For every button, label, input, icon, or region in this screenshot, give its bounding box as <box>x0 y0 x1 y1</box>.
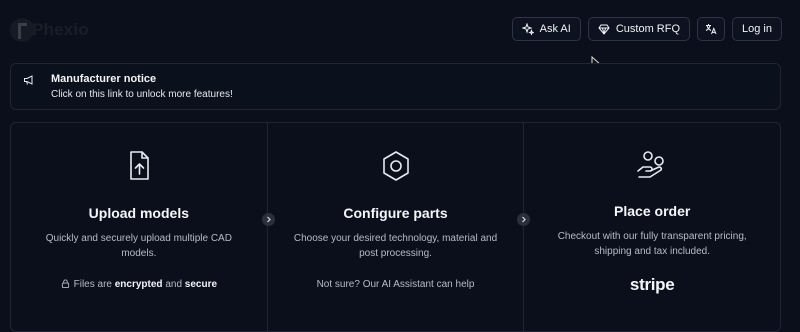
file-upload-icon <box>130 151 149 180</box>
step-footer: Files are encrypted and secure <box>11 279 267 290</box>
footer-secure: secure <box>184 279 218 290</box>
footer-encrypted: encrypted <box>114 279 163 290</box>
step-configure-parts: Configure parts Choose your desired tech… <box>266 123 524 331</box>
stripe-logo: stripe <box>629 275 675 294</box>
step-description: Quickly and securely upload multiple CAD… <box>45 233 232 259</box>
step-connector-chevron-icon <box>517 213 530 226</box>
gem-icon <box>598 24 610 35</box>
ask-ai-label: Ask AI <box>539 23 571 35</box>
custom-rfq-button[interactable]: Custom RFQ <box>587 17 691 41</box>
login-button[interactable]: Log in <box>732 17 782 41</box>
footer-prefix: Files are <box>73 279 115 290</box>
manufacturer-notice[interactable]: Manufacturer notice Click on this link t… <box>10 63 781 110</box>
step-title: Upload models <box>88 205 190 221</box>
step-title: Place order <box>614 203 691 219</box>
brand-logo[interactable]: Phexio <box>10 18 89 42</box>
notice-title: Manufacturer notice <box>51 73 157 85</box>
megaphone-icon <box>24 75 33 85</box>
login-label: Log in <box>742 23 772 35</box>
header-actions: Ask AI Custom RFQ Log in <box>511 17 782 41</box>
ask-ai-button[interactable]: Ask AI <box>511 17 581 41</box>
translate-icon <box>705 24 717 35</box>
lock-icon <box>61 279 69 288</box>
step-connector-chevron-icon <box>262 213 275 226</box>
hexagon-nut-icon <box>382 151 409 181</box>
step-description: Checkout with our fully transparent pric… <box>557 231 747 257</box>
step-title: Configure parts <box>343 205 448 221</box>
process-steps: Upload models Quickly and securely uploa… <box>10 122 781 332</box>
ai-assistant-hint[interactable]: Not sure? Our AI Assistant can help <box>268 279 524 290</box>
notice-link[interactable]: Click on this link to unlock more featur… <box>51 89 233 100</box>
footer-mid: and <box>162 279 185 290</box>
step-place-order: Place order Checkout with our fully tran… <box>523 123 780 331</box>
step-description: Choose your desired technology, material… <box>293 233 498 259</box>
custom-rfq-label: Custom RFQ <box>615 23 681 35</box>
logo-mark-icon <box>10 18 34 42</box>
step-upload-models: Upload models Quickly and securely uploa… <box>11 123 267 331</box>
brand-name: Phexio <box>32 20 89 39</box>
sparkles-icon <box>521 23 534 35</box>
hand-coins-icon <box>637 151 664 178</box>
language-button[interactable] <box>697 17 726 41</box>
